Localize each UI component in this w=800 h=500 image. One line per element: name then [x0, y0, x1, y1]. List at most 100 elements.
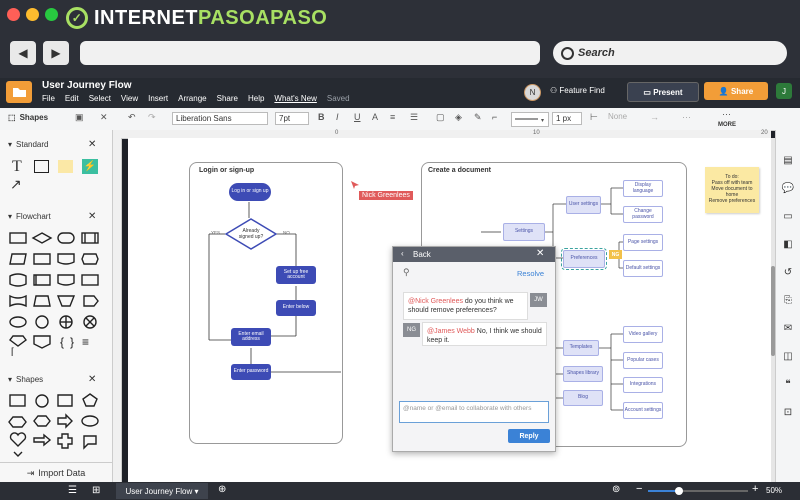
reply-button[interactable]: Reply [508, 429, 550, 443]
line-color-icon[interactable]: ✎ [474, 112, 482, 123]
close-section-icon[interactable]: ✕ [88, 139, 96, 150]
node-change-password[interactable]: Change password [623, 206, 663, 223]
text-color-button[interactable]: A [372, 112, 378, 122]
node-settings[interactable]: Settings [503, 223, 545, 241]
comment-back-button[interactable]: Back [413, 250, 431, 259]
fill-color-icon[interactable]: ◈ [455, 112, 462, 123]
menu-share[interactable]: Share [217, 94, 238, 103]
node-popular-cases[interactable]: Popular cases [623, 352, 663, 369]
menu-help[interactable]: Help [248, 94, 264, 103]
image-icon[interactable]: ▣ [75, 112, 84, 123]
close-section-icon[interactable]: ✕ [88, 211, 96, 222]
node-preferences[interactable]: Preferences [561, 248, 607, 270]
node-enter-email[interactable]: Enter email address [231, 328, 271, 346]
grid-view-icon[interactable]: ⊞ [92, 485, 100, 496]
node-enter-password[interactable]: Enter password [231, 364, 271, 380]
more-icon[interactable]: ⋯ [722, 109, 731, 120]
node-enter-below[interactable]: Enter below [276, 300, 316, 316]
section-standard-header[interactable]: ▾ Standard [8, 140, 48, 149]
page-icon[interactable]: ▤ [781, 154, 795, 166]
mention-james[interactable]: @James Webb [427, 328, 475, 335]
close-window-dot[interactable] [7, 8, 20, 21]
chat-icon[interactable]: ✉ [781, 322, 795, 334]
layers-icon[interactable]: ▭ [781, 210, 795, 222]
comments-icon[interactable]: 💬 [781, 182, 795, 194]
menu-edit[interactable]: Edit [65, 94, 79, 103]
document-title[interactable]: User Journey Flow [42, 80, 131, 91]
node-account-settings[interactable]: Account settings [623, 402, 663, 419]
line-shape-icon[interactable]: ↗ [10, 176, 22, 193]
shape-border-icon[interactable]: ▢ [436, 112, 445, 123]
menu-view[interactable]: View [121, 94, 138, 103]
navigate-icon[interactable]: ⊚ [612, 484, 620, 495]
mention-nick[interactable]: @Nick Greenlees [408, 298, 463, 305]
menu-insert[interactable]: Insert [148, 94, 168, 103]
close-panel-icon[interactable]: ✕ [100, 112, 108, 123]
node-shapes-library[interactable]: Shapes library [563, 366, 603, 382]
node-display-language[interactable]: Display language [623, 180, 663, 197]
document-folder-icon[interactable] [6, 81, 32, 103]
node-video-gallery[interactable]: Video gallery [623, 326, 663, 343]
menu-arrange[interactable]: Arrange [178, 94, 206, 103]
menu-whats-new[interactable]: What's New [274, 94, 316, 103]
zoom-slider-handle[interactable] [675, 487, 683, 495]
italic-button[interactable]: I [336, 112, 339, 122]
list-view-icon[interactable]: ☰ [68, 485, 77, 496]
line-end-icon[interactable]: → [650, 112, 659, 122]
quote-icon[interactable]: ❝ [781, 378, 795, 390]
menu-file[interactable]: File [42, 94, 55, 103]
close-icon[interactable]: ✕ [536, 248, 544, 259]
underline-button[interactable]: U [354, 112, 361, 122]
rectangle-shape-icon[interactable] [34, 160, 49, 173]
sticky-note-shape-icon[interactable] [58, 160, 73, 173]
extra-options-icon[interactable]: ⋯ [682, 112, 691, 123]
node-integrations[interactable]: Integrations [623, 377, 663, 393]
collaborator-avatar-n[interactable]: N [524, 84, 541, 101]
list-icon[interactable]: ☰ [410, 112, 418, 123]
line-width-select[interactable]: 1 px [552, 112, 582, 125]
line-start-icon[interactable]: ⊢ [590, 112, 598, 123]
resolve-button[interactable]: Resolve [517, 269, 544, 278]
node-blog[interactable]: Blog [563, 390, 603, 406]
share-button[interactable]: 👤 Share [704, 82, 768, 100]
menu-select[interactable]: Select [89, 94, 111, 103]
feature-find-button[interactable]: ⚇ Feature Find [550, 86, 605, 95]
bold-button[interactable]: B [318, 112, 325, 122]
forward-nav-button[interactable]: ▶ [43, 41, 69, 65]
history-icon[interactable]: ↺ [781, 266, 795, 278]
connector-icon[interactable]: ⌐ [492, 112, 497, 122]
line-style-select[interactable]: ▾ [511, 112, 549, 127]
flowchart-shapes-grid[interactable]: { } ≡ [ [8, 230, 103, 356]
theme-icon[interactable]: ◫ [781, 350, 795, 362]
data-icon[interactable]: ◧ [781, 238, 795, 250]
link-icon[interactable]: ⎘ [781, 294, 795, 306]
arrow-style-select[interactable]: None [608, 112, 627, 121]
zoom-level[interactable]: 50% [766, 486, 782, 495]
redo-icon[interactable]: ↷ [148, 112, 156, 123]
zoom-in-icon[interactable]: + [752, 483, 758, 495]
section-flowchart-header[interactable]: ▾ Flowchart [8, 212, 51, 221]
add-page-icon[interactable]: ⊕ [218, 484, 226, 495]
resize-icon[interactable]: ⊡ [781, 406, 795, 418]
text-shape-icon[interactable]: T [12, 158, 22, 176]
page-tab[interactable]: User Journey Flow ▾ [116, 483, 208, 499]
node-page-settings[interactable]: Page settings [623, 234, 663, 251]
more-label[interactable]: MORE [718, 122, 736, 128]
maximize-window-dot[interactable] [45, 8, 58, 21]
zoom-out-icon[interactable]: − [636, 483, 642, 495]
sticky-note[interactable]: To do: Pass off with team Move document … [705, 167, 759, 213]
basic-shapes-grid[interactable] [8, 392, 103, 460]
address-bar[interactable] [80, 41, 540, 65]
back-nav-button[interactable]: ◀ [10, 41, 36, 65]
font-family-select[interactable]: Liberation Sans [172, 112, 268, 125]
node-login[interactable]: Log in or sign up [229, 183, 271, 201]
node-user-settings[interactable]: User settings [566, 196, 601, 214]
align-icon[interactable]: ≡ [390, 112, 395, 122]
user-avatar-j[interactable]: J [776, 83, 792, 99]
back-chevron-icon[interactable]: ‹ [401, 249, 404, 258]
undo-icon[interactable]: ↶ [128, 112, 136, 123]
node-templates[interactable]: Templates [563, 340, 599, 356]
section-shapes-header[interactable]: ▾ Shapes [8, 375, 43, 384]
lightning-shape-icon[interactable]: ⚡ [82, 159, 98, 174]
close-section-icon[interactable]: ✕ [88, 374, 96, 385]
